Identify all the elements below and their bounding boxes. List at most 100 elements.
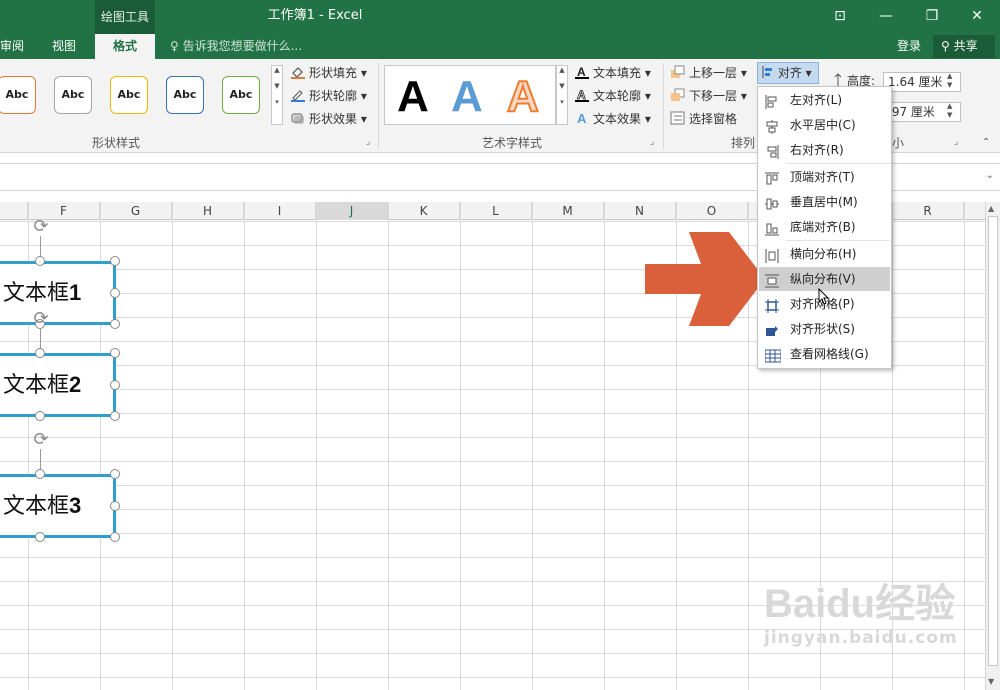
wordart-gallery-scroll[interactable]: ▲ ▼ ▾ <box>556 65 568 125</box>
send-backward-button[interactable]: 下移一层 ▾ <box>670 86 747 106</box>
tab-view[interactable]: 视图 <box>52 34 76 59</box>
shape-style-swatch[interactable]: Abc <box>166 76 204 114</box>
resize-handle[interactable] <box>35 469 45 479</box>
bring-forward-button[interactable]: 上移一层 ▾ <box>670 63 747 83</box>
text-outline-button[interactable]: A 文本轮廓 ▾ <box>574 86 651 106</box>
column-header[interactable]: G <box>100 202 172 220</box>
text-effects-icon: A <box>574 111 590 126</box>
watermark-brand: Baidu经验 <box>764 582 956 626</box>
share-button[interactable]: ⚲ 共享 <box>933 35 995 58</box>
shape-style-swatch[interactable]: Abc <box>222 76 260 114</box>
rotate-handle-icon[interactable]: ⟳ <box>30 308 52 330</box>
minimize-button[interactable]: — <box>863 0 909 32</box>
sign-in-link[interactable]: 登录 <box>897 34 921 59</box>
column-header-selected[interactable]: J <box>316 202 388 220</box>
align-middle-icon <box>765 195 779 210</box>
dialog-launcher-icon[interactable]: ⌟ <box>650 137 654 147</box>
shape-style-gallery-scroll[interactable]: ▲ ▼ ▾ <box>271 65 283 125</box>
shape-style-swatch[interactable]: Abc <box>110 76 148 114</box>
title-bar: 绘图工具 工作簿1 - Excel ⊡ — ❐ ✕ <box>0 0 1000 34</box>
scroll-up-arrow-icon[interactable]: ▲ <box>988 204 994 213</box>
expand-formula-bar-icon[interactable]: ⌄ <box>986 170 994 181</box>
shape-effects-label: 形状效果 <box>309 112 358 126</box>
column-header[interactable]: R <box>892 202 964 220</box>
wordart-blue-style[interactable]: A <box>451 72 483 122</box>
vertical-scrollbar[interactable]: ▲ ▼ <box>985 202 1000 690</box>
align-button[interactable]: 对齐 ▾ <box>757 62 819 84</box>
menu-item-align-right[interactable]: 右对齐(R) <box>759 138 890 162</box>
resize-handle[interactable] <box>110 469 120 479</box>
resize-handle[interactable] <box>110 501 120 511</box>
distribute-horizontal-icon <box>765 247 779 263</box>
menu-item-align-bottom[interactable]: 底端对齐(B) <box>759 215 890 239</box>
scroll-down-arrow-icon[interactable]: ▼ <box>988 677 994 686</box>
resize-handle[interactable] <box>35 411 45 421</box>
wordart-gallery[interactable]: A A A <box>384 65 556 125</box>
resize-handle[interactable] <box>35 532 45 542</box>
column-header-partial[interactable] <box>0 202 28 220</box>
height-spinner[interactable]: ▲ ▼ <box>947 72 952 90</box>
resize-handle[interactable] <box>110 319 120 329</box>
wordart-orange-outline-style[interactable]: A <box>506 71 540 122</box>
column-header[interactable]: N <box>604 202 676 220</box>
resize-handle[interactable] <box>35 256 45 266</box>
shape-fill-button[interactable]: 形状填充 ▾ <box>290 63 367 83</box>
scroll-thumb[interactable] <box>988 216 998 666</box>
menu-item-align-middle[interactable]: 垂直居中(M) <box>759 190 890 214</box>
text-fill-button[interactable]: A 文本填充 ▾ <box>574 63 651 83</box>
text-fill-label: 文本填充 <box>593 66 642 80</box>
text-effects-button[interactable]: A 文本效果 ▾ <box>574 109 651 129</box>
menu-item-label: 水平居中(C) <box>790 118 856 132</box>
resize-handle[interactable] <box>110 348 120 358</box>
restore-button[interactable]: ❐ <box>909 0 955 32</box>
dialog-launcher-icon[interactable]: ⌟ <box>366 137 370 147</box>
tell-me-text: 告诉我您想要做什么... <box>182 39 303 53</box>
menu-item-snap-to-shape[interactable]: 对齐形状(S) <box>759 317 890 341</box>
shape-style-swatch[interactable]: Abc <box>54 76 92 114</box>
bring-forward-label: 上移一层 <box>689 66 738 80</box>
resize-handle[interactable] <box>110 411 120 421</box>
column-header[interactable]: O <box>676 202 748 220</box>
rotate-handle-icon[interactable]: ⟳ <box>30 216 52 238</box>
shape-outline-label: 形状轮廓 <box>309 89 358 103</box>
menu-item-align-left[interactable]: 左对齐(L) <box>759 88 890 112</box>
column-header[interactable]: I <box>244 202 316 220</box>
textbox-3[interactable]: 文本框3 <box>0 474 116 538</box>
tab-review[interactable]: 审阅 <box>0 34 24 59</box>
width-spinner[interactable]: ▲ ▼ <box>947 102 952 120</box>
selection-pane-button[interactable]: 选择窗格 <box>670 109 737 129</box>
shape-outline-button[interactable]: 形状轮廓 ▾ <box>290 86 367 106</box>
column-header[interactable]: L <box>460 202 532 220</box>
ribbon-display-options-button[interactable]: ⊡ <box>817 0 863 32</box>
resize-handle[interactable] <box>110 288 120 298</box>
textbox-2[interactable]: 文本框2 <box>0 353 116 417</box>
menu-item-align-center[interactable]: 水平居中(C) <box>759 113 890 137</box>
gridline <box>964 202 965 690</box>
menu-item-distribute-horizontal[interactable]: 横向分布(H) <box>759 242 890 266</box>
menu-item-label: 查看网格线(G) <box>790 347 869 361</box>
column-header[interactable]: M <box>532 202 604 220</box>
wordart-black-style[interactable]: A <box>397 72 429 122</box>
menu-item-align-top[interactable]: 顶端对齐(T) <box>759 165 890 189</box>
collapse-ribbon-icon[interactable]: ⌃ <box>982 137 990 148</box>
column-header[interactable]: H <box>172 202 244 220</box>
arrange-group-label: 排列 <box>731 136 756 150</box>
rotate-handle-icon[interactable]: ⟳ <box>30 429 52 451</box>
resize-handle[interactable] <box>110 380 120 390</box>
gridline <box>604 202 605 690</box>
resize-handle[interactable] <box>110 532 120 542</box>
column-header[interactable]: K <box>388 202 460 220</box>
shape-style-swatch[interactable]: Abc <box>0 76 36 114</box>
textbox-1[interactable]: 文本框1 <box>0 261 116 325</box>
snap-to-shape-icon <box>765 322 779 336</box>
shape-effects-button[interactable]: 形状效果 ▾ <box>290 109 367 129</box>
close-button[interactable]: ✕ <box>954 0 1000 32</box>
resize-handle[interactable] <box>35 348 45 358</box>
window-title: 工作簿1 - Excel <box>267 8 363 23</box>
dialog-launcher-icon[interactable]: ⌟ <box>954 137 958 147</box>
tell-me-box[interactable]: ♀ 告诉我您想要做什么... <box>170 34 302 59</box>
menu-item-view-gridlines[interactable]: 查看网格线(G) <box>759 342 890 366</box>
resize-handle[interactable] <box>110 256 120 266</box>
tab-format[interactable]: 格式 <box>95 34 155 59</box>
send-backward-icon <box>670 88 686 102</box>
